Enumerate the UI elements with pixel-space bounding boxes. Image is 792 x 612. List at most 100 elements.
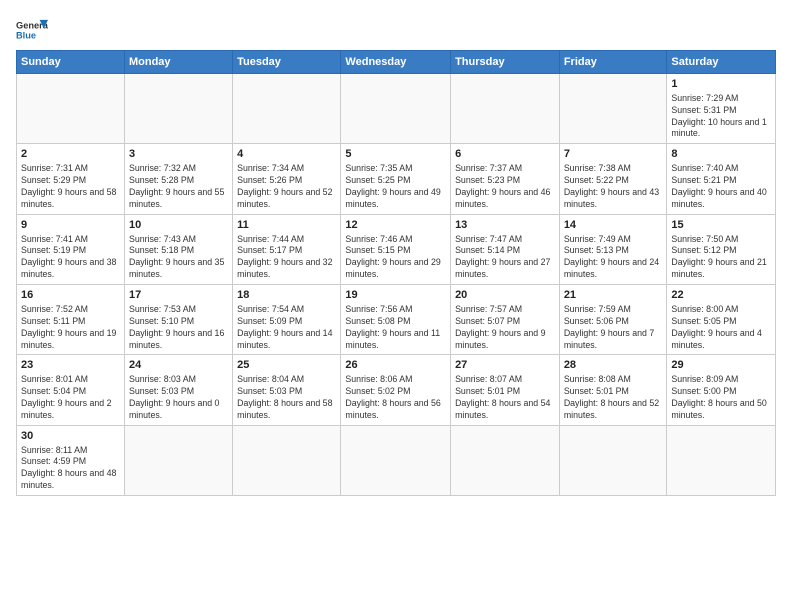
weekday-header-sunday: Sunday [17, 51, 125, 74]
day-number: 4 [237, 147, 336, 162]
logo: General Blue [16, 16, 48, 44]
calendar-cell: 25Sunrise: 8:04 AMSunset: 5:03 PMDayligh… [233, 355, 341, 425]
day-info: Sunrise: 7:41 AMSunset: 5:19 PMDaylight:… [21, 234, 120, 282]
day-number: 8 [671, 147, 771, 162]
calendar-cell: 23Sunrise: 8:01 AMSunset: 5:04 PMDayligh… [17, 355, 125, 425]
calendar-cell: 26Sunrise: 8:06 AMSunset: 5:02 PMDayligh… [341, 355, 451, 425]
calendar-cell [667, 425, 776, 495]
calendar-cell: 14Sunrise: 7:49 AMSunset: 5:13 PMDayligh… [559, 214, 667, 284]
day-number: 18 [237, 288, 336, 303]
day-number: 27 [455, 358, 555, 373]
day-info: Sunrise: 7:54 AMSunset: 5:09 PMDaylight:… [237, 304, 336, 352]
day-number: 23 [21, 358, 120, 373]
calendar-cell: 17Sunrise: 7:53 AMSunset: 5:10 PMDayligh… [124, 285, 232, 355]
day-info: Sunrise: 7:49 AMSunset: 5:13 PMDaylight:… [564, 234, 663, 282]
day-info: Sunrise: 7:46 AMSunset: 5:15 PMDaylight:… [345, 234, 446, 282]
calendar-cell: 29Sunrise: 8:09 AMSunset: 5:00 PMDayligh… [667, 355, 776, 425]
day-number: 19 [345, 288, 446, 303]
weekday-header-monday: Monday [124, 51, 232, 74]
day-number: 5 [345, 147, 446, 162]
calendar-cell: 13Sunrise: 7:47 AMSunset: 5:14 PMDayligh… [451, 214, 560, 284]
day-number: 6 [455, 147, 555, 162]
day-info: Sunrise: 7:34 AMSunset: 5:26 PMDaylight:… [237, 163, 336, 211]
generalblue-logo-icon: General Blue [16, 16, 48, 44]
day-number: 12 [345, 218, 446, 233]
calendar-cell: 28Sunrise: 8:08 AMSunset: 5:01 PMDayligh… [559, 355, 667, 425]
calendar-cell [451, 425, 560, 495]
day-info: Sunrise: 7:35 AMSunset: 5:25 PMDaylight:… [345, 163, 446, 211]
calendar-cell: 11Sunrise: 7:44 AMSunset: 5:17 PMDayligh… [233, 214, 341, 284]
calendar-cell: 20Sunrise: 7:57 AMSunset: 5:07 PMDayligh… [451, 285, 560, 355]
calendar-cell [341, 74, 451, 144]
day-number: 28 [564, 358, 663, 373]
calendar-cell: 16Sunrise: 7:52 AMSunset: 5:11 PMDayligh… [17, 285, 125, 355]
day-info: Sunrise: 7:56 AMSunset: 5:08 PMDaylight:… [345, 304, 446, 352]
header: General Blue [16, 16, 776, 44]
weekday-header-friday: Friday [559, 51, 667, 74]
calendar-cell: 9Sunrise: 7:41 AMSunset: 5:19 PMDaylight… [17, 214, 125, 284]
day-info: Sunrise: 8:06 AMSunset: 5:02 PMDaylight:… [345, 374, 446, 422]
day-number: 30 [21, 429, 120, 444]
day-number: 17 [129, 288, 228, 303]
calendar-cell [341, 425, 451, 495]
day-number: 15 [671, 218, 771, 233]
day-info: Sunrise: 8:07 AMSunset: 5:01 PMDaylight:… [455, 374, 555, 422]
calendar-cell [451, 74, 560, 144]
calendar-cell: 27Sunrise: 8:07 AMSunset: 5:01 PMDayligh… [451, 355, 560, 425]
calendar-cell [559, 74, 667, 144]
day-number: 16 [21, 288, 120, 303]
calendar-cell: 4Sunrise: 7:34 AMSunset: 5:26 PMDaylight… [233, 144, 341, 214]
calendar-cell: 2Sunrise: 7:31 AMSunset: 5:29 PMDaylight… [17, 144, 125, 214]
day-info: Sunrise: 7:38 AMSunset: 5:22 PMDaylight:… [564, 163, 663, 211]
calendar-cell: 12Sunrise: 7:46 AMSunset: 5:15 PMDayligh… [341, 214, 451, 284]
day-info: Sunrise: 8:11 AMSunset: 4:59 PMDaylight:… [21, 445, 120, 493]
day-number: 2 [21, 147, 120, 162]
day-info: Sunrise: 7:59 AMSunset: 5:06 PMDaylight:… [564, 304, 663, 352]
weekday-header-tuesday: Tuesday [233, 51, 341, 74]
day-number: 7 [564, 147, 663, 162]
calendar-cell: 24Sunrise: 8:03 AMSunset: 5:03 PMDayligh… [124, 355, 232, 425]
day-info: Sunrise: 7:31 AMSunset: 5:29 PMDaylight:… [21, 163, 120, 211]
day-number: 21 [564, 288, 663, 303]
day-info: Sunrise: 8:03 AMSunset: 5:03 PMDaylight:… [129, 374, 228, 422]
day-info: Sunrise: 7:47 AMSunset: 5:14 PMDaylight:… [455, 234, 555, 282]
day-number: 13 [455, 218, 555, 233]
day-info: Sunrise: 8:09 AMSunset: 5:00 PMDaylight:… [671, 374, 771, 422]
day-number: 10 [129, 218, 228, 233]
calendar-cell [124, 425, 232, 495]
weekday-header-thursday: Thursday [451, 51, 560, 74]
calendar-cell: 6Sunrise: 7:37 AMSunset: 5:23 PMDaylight… [451, 144, 560, 214]
calendar-cell: 10Sunrise: 7:43 AMSunset: 5:18 PMDayligh… [124, 214, 232, 284]
day-info: Sunrise: 7:44 AMSunset: 5:17 PMDaylight:… [237, 234, 336, 282]
calendar-cell [233, 74, 341, 144]
day-info: Sunrise: 7:32 AMSunset: 5:28 PMDaylight:… [129, 163, 228, 211]
day-info: Sunrise: 7:53 AMSunset: 5:10 PMDaylight:… [129, 304, 228, 352]
day-info: Sunrise: 7:43 AMSunset: 5:18 PMDaylight:… [129, 234, 228, 282]
calendar-cell: 3Sunrise: 7:32 AMSunset: 5:28 PMDaylight… [124, 144, 232, 214]
day-info: Sunrise: 7:29 AMSunset: 5:31 PMDaylight:… [671, 93, 771, 141]
day-number: 26 [345, 358, 446, 373]
day-number: 9 [21, 218, 120, 233]
day-info: Sunrise: 7:37 AMSunset: 5:23 PMDaylight:… [455, 163, 555, 211]
calendar-cell: 22Sunrise: 8:00 AMSunset: 5:05 PMDayligh… [667, 285, 776, 355]
calendar-cell: 7Sunrise: 7:38 AMSunset: 5:22 PMDaylight… [559, 144, 667, 214]
day-info: Sunrise: 7:50 AMSunset: 5:12 PMDaylight:… [671, 234, 771, 282]
calendar-cell [233, 425, 341, 495]
day-info: Sunrise: 7:40 AMSunset: 5:21 PMDaylight:… [671, 163, 771, 211]
calendar-cell: 19Sunrise: 7:56 AMSunset: 5:08 PMDayligh… [341, 285, 451, 355]
day-number: 1 [671, 77, 771, 92]
day-number: 29 [671, 358, 771, 373]
day-info: Sunrise: 7:57 AMSunset: 5:07 PMDaylight:… [455, 304, 555, 352]
day-info: Sunrise: 8:00 AMSunset: 5:05 PMDaylight:… [671, 304, 771, 352]
day-info: Sunrise: 8:04 AMSunset: 5:03 PMDaylight:… [237, 374, 336, 422]
day-info: Sunrise: 8:08 AMSunset: 5:01 PMDaylight:… [564, 374, 663, 422]
day-number: 22 [671, 288, 771, 303]
calendar-table: SundayMondayTuesdayWednesdayThursdayFrid… [16, 50, 776, 496]
calendar-cell: 18Sunrise: 7:54 AMSunset: 5:09 PMDayligh… [233, 285, 341, 355]
calendar-cell: 15Sunrise: 7:50 AMSunset: 5:12 PMDayligh… [667, 214, 776, 284]
calendar-cell: 5Sunrise: 7:35 AMSunset: 5:25 PMDaylight… [341, 144, 451, 214]
weekday-header-wednesday: Wednesday [341, 51, 451, 74]
svg-text:Blue: Blue [16, 30, 36, 40]
day-number: 3 [129, 147, 228, 162]
weekday-header-saturday: Saturday [667, 51, 776, 74]
